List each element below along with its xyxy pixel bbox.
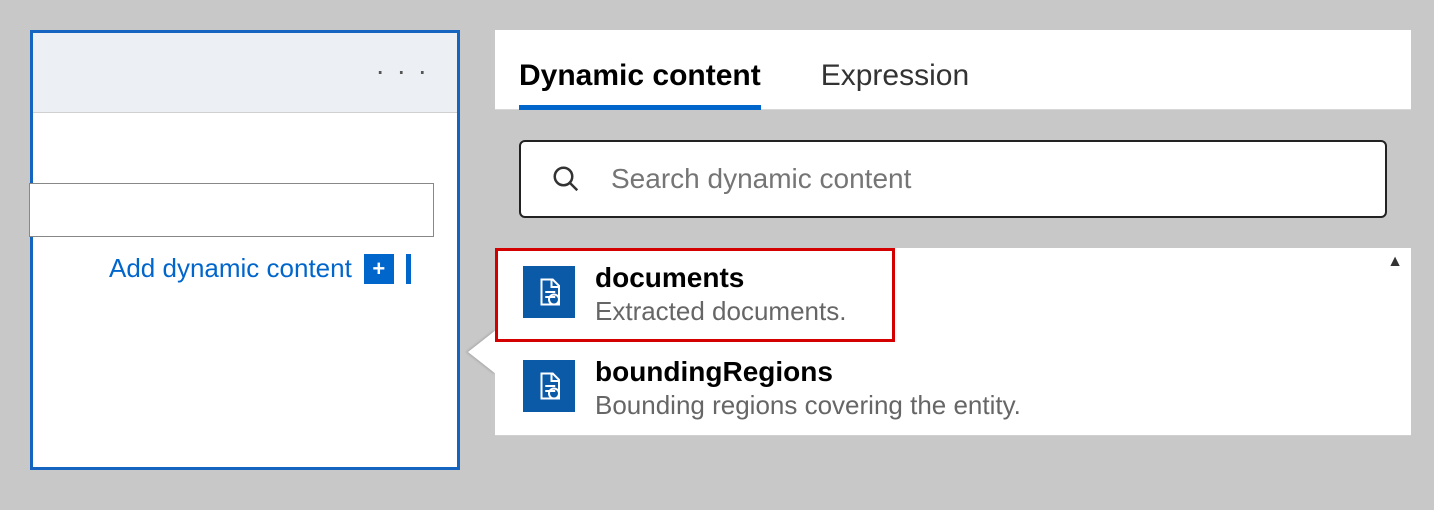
result-title: documents <box>595 262 846 294</box>
result-text: documents Extracted documents. <box>595 262 846 327</box>
result-title: boundingRegions <box>595 356 1021 388</box>
action-card-body: Add dynamic content + <box>33 113 457 467</box>
add-dynamic-content-row: Add dynamic content + <box>109 253 411 284</box>
results-list: ▲ documents Extracted documents. <box>495 248 1411 436</box>
tab-dynamic-content[interactable]: Dynamic content <box>519 59 761 109</box>
document-icon <box>523 266 575 318</box>
action-card: · · · Add dynamic content + <box>30 30 460 470</box>
insert-indicator-icon <box>406 254 411 284</box>
search-area <box>495 110 1411 248</box>
result-desc: Extracted documents. <box>595 296 846 327</box>
result-item-boundingregions[interactable]: boundingRegions Bounding regions coverin… <box>495 342 1411 436</box>
search-input[interactable] <box>611 163 1355 195</box>
tab-expression[interactable]: Expression <box>821 59 969 109</box>
result-desc: Bounding regions covering the entity. <box>595 390 1021 421</box>
add-dynamic-content-plus-button[interactable]: + <box>364 254 394 284</box>
search-box[interactable] <box>519 140 1387 218</box>
plus-icon: + <box>372 258 385 280</box>
document-icon <box>523 360 575 412</box>
add-dynamic-content-link[interactable]: Add dynamic content <box>109 253 352 284</box>
action-card-header: · · · <box>33 33 457 113</box>
expression-input[interactable] <box>29 183 434 237</box>
search-icon <box>551 164 581 194</box>
scroll-up-icon[interactable]: ▲ <box>1383 252 1407 272</box>
tab-bar: Dynamic content Expression <box>495 30 1411 110</box>
dynamic-content-panel: Dynamic content Expression ▲ <box>495 30 1411 470</box>
result-text: boundingRegions Bounding regions coverin… <box>595 356 1021 421</box>
result-item-documents[interactable]: documents Extracted documents. <box>495 248 895 342</box>
flyout-caret-icon <box>468 330 496 374</box>
more-options-icon[interactable]: · · · <box>375 55 429 87</box>
